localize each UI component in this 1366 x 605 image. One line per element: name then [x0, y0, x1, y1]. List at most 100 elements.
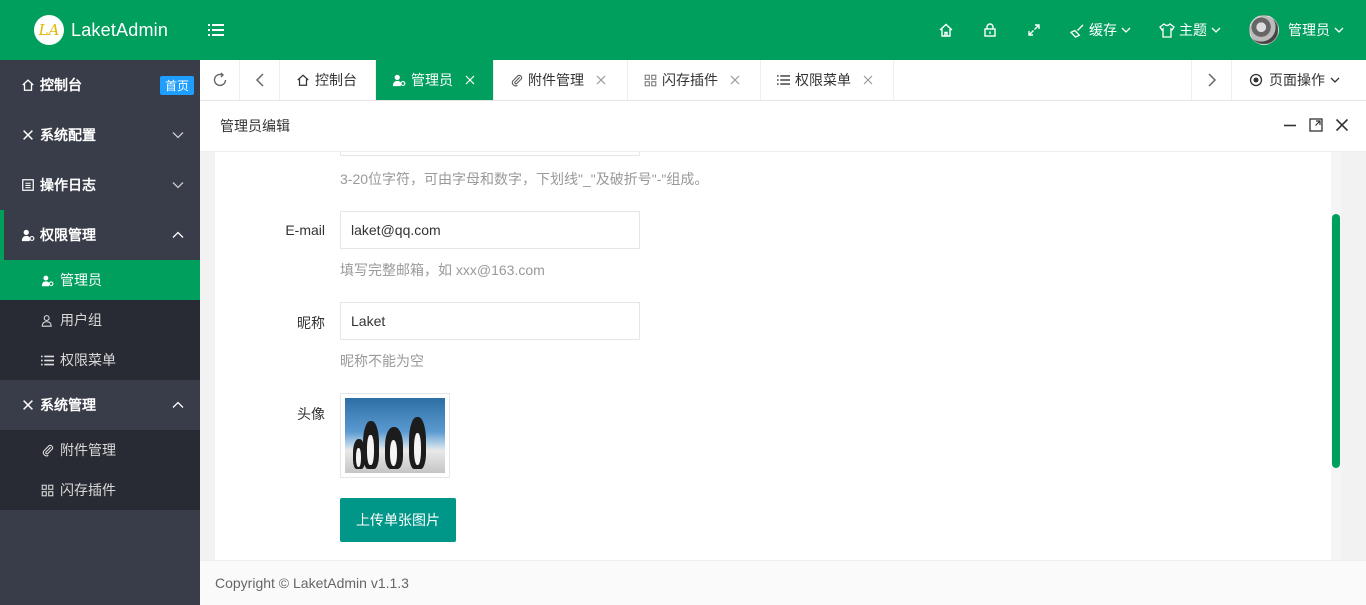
home-badge: 首页	[159, 76, 194, 95]
fullscreen-icon	[1028, 24, 1040, 36]
user-name: 管理员	[1288, 22, 1330, 38]
avatar-label: 头像	[297, 406, 325, 422]
tab-label: 权限菜单	[795, 72, 851, 88]
list-box-icon	[21, 178, 35, 192]
theme-label: 主题	[1179, 22, 1207, 38]
scrollbar[interactable]	[1331, 152, 1341, 560]
sidebar-item-label: 闪存插件	[60, 482, 116, 498]
home-icon	[296, 73, 310, 87]
sidebar-item-op-log[interactable]: 操作日志	[0, 160, 200, 210]
cache-label: 缓存	[1089, 22, 1117, 38]
sidebar-item-system-manage[interactable]: 系统管理	[0, 380, 200, 430]
tab-attachments[interactable]: 附件管理	[494, 60, 628, 100]
paperclip-icon	[41, 444, 55, 457]
tools-icon	[21, 398, 35, 412]
shirt-icon	[1159, 22, 1175, 38]
edit-form: 3-20位字符，可由字母和数字，下划线"_"及破折号"-"组成。 E-mail …	[215, 152, 1341, 560]
paperclip-icon	[510, 74, 523, 87]
radio-dot-icon	[1249, 73, 1263, 87]
sidebar-item-flash-plugin[interactable]: 闪存插件	[0, 470, 200, 510]
sidebar-item-label: 操作日志	[40, 177, 96, 193]
email-label: E-mail	[285, 222, 325, 238]
username-input[interactable]	[340, 152, 640, 156]
page-operations-label: 页面操作	[1269, 72, 1325, 88]
close-icon[interactable]	[1334, 117, 1350, 133]
sidebar-item-dashboard[interactable]: 控制台 首页	[0, 60, 200, 110]
logo-mark: LA	[34, 15, 64, 45]
tab-flash-plugin[interactable]: 闪存插件	[628, 60, 761, 100]
logo[interactable]: LA LaketAdmin	[0, 0, 200, 60]
theme-menu[interactable]: 主题	[1145, 0, 1235, 60]
tools-icon	[21, 128, 35, 142]
footer: Copyright © LaketAdmin v1.1.3	[200, 560, 1366, 605]
avatar	[1249, 15, 1279, 45]
user-gear-icon	[41, 274, 55, 287]
email-field[interactable]: laket@qq.com	[340, 211, 640, 249]
close-icon[interactable]	[465, 75, 475, 85]
refresh-icon	[213, 72, 226, 87]
close-icon[interactable]	[596, 75, 606, 85]
user-gear-icon	[21, 228, 35, 242]
chevron-down-icon	[1330, 77, 1340, 83]
chevron-up-icon	[172, 401, 184, 408]
tab-prev-button[interactable]	[240, 60, 280, 100]
tab-permission-menu[interactable]: 权限菜单	[761, 60, 894, 100]
sidebar-item-label: 管理员	[60, 272, 102, 288]
tab-label: 附件管理	[528, 72, 584, 88]
tab-admin[interactable]: 管理员	[376, 60, 494, 100]
page-operations-menu[interactable]: 页面操作	[1231, 60, 1366, 100]
copyright-text: Copyright © LaketAdmin v1.1.3	[215, 575, 409, 591]
sidebar-item-system-config[interactable]: 系统配置	[0, 110, 200, 160]
content-area: 3-20位字符，可由字母和数字，下划线"_"及破折号"-"组成。 E-mail …	[200, 152, 1366, 560]
tab-next-button[interactable]	[1191, 60, 1231, 100]
tab-dashboard[interactable]: 控制台	[280, 60, 376, 100]
chevron-down-icon	[1211, 27, 1221, 33]
email-hint: 填写完整邮箱，如 xxx@163.com	[340, 262, 545, 278]
maximize-icon[interactable]	[1308, 117, 1324, 133]
lock-screen-button[interactable]	[968, 0, 1012, 60]
user-group-icon	[41, 314, 55, 327]
chevron-down-icon	[172, 132, 184, 139]
sidebar-item-attachments[interactable]: 附件管理	[0, 430, 200, 470]
chevron-up-icon	[172, 231, 184, 238]
cache-menu[interactable]: 缓存	[1056, 0, 1145, 60]
grid-icon	[644, 74, 657, 87]
sidebar-item-label: 系统配置	[40, 127, 96, 143]
system-manage-submenu: 附件管理 闪存插件	[0, 430, 200, 510]
sidebar-item-label: 控制台	[40, 77, 82, 93]
minimize-icon[interactable]	[1282, 117, 1298, 133]
sidebar: 控制台 首页 系统配置 操作日志 权限管理 管理员 用户组 权限菜单 系统管理	[0, 60, 200, 605]
close-icon[interactable]	[730, 75, 740, 85]
chevron-down-icon	[1334, 27, 1344, 33]
broom-icon	[1070, 23, 1084, 38]
tab-bar: 控制台 管理员 附件管理 闪存插件 权限菜单 页面操作	[200, 60, 1366, 101]
app-title: LaketAdmin	[71, 19, 169, 40]
avatar-image	[345, 398, 445, 473]
home-icon	[21, 78, 35, 92]
chevron-left-icon	[255, 73, 264, 87]
home-icon	[939, 23, 953, 37]
page-title: 管理员编辑	[220, 118, 290, 134]
sidebar-item-permission[interactable]: 权限管理	[0, 210, 200, 260]
panel-header: 管理员编辑	[200, 101, 1366, 152]
sidebar-item-label: 系统管理	[40, 397, 96, 413]
upload-image-button[interactable]: 上传单张图片	[340, 498, 456, 542]
sidebar-item-user-group[interactable]: 用户组	[0, 300, 200, 340]
sidebar-item-label: 附件管理	[60, 442, 116, 458]
avatar-preview[interactable]	[340, 393, 450, 478]
sidebar-item-admin[interactable]: 管理员	[0, 260, 200, 300]
grid-icon	[41, 484, 55, 497]
refresh-button[interactable]	[200, 60, 240, 100]
scrollbar-thumb[interactable]	[1332, 214, 1340, 468]
sidebar-item-permission-menu[interactable]: 权限菜单	[0, 340, 200, 380]
tab-label: 控制台	[315, 72, 357, 88]
close-icon[interactable]	[863, 75, 873, 85]
nickname-field[interactable]: Laket	[340, 302, 640, 340]
fullscreen-button[interactable]	[1012, 0, 1056, 60]
nickname-hint: 昵称不能为空	[340, 353, 424, 369]
user-menu[interactable]: 管理员	[1235, 0, 1366, 60]
home-icon-button[interactable]	[924, 0, 968, 60]
list-icon	[41, 354, 55, 367]
menu-toggle-icon[interactable]	[205, 18, 227, 42]
list-icon	[777, 74, 790, 86]
